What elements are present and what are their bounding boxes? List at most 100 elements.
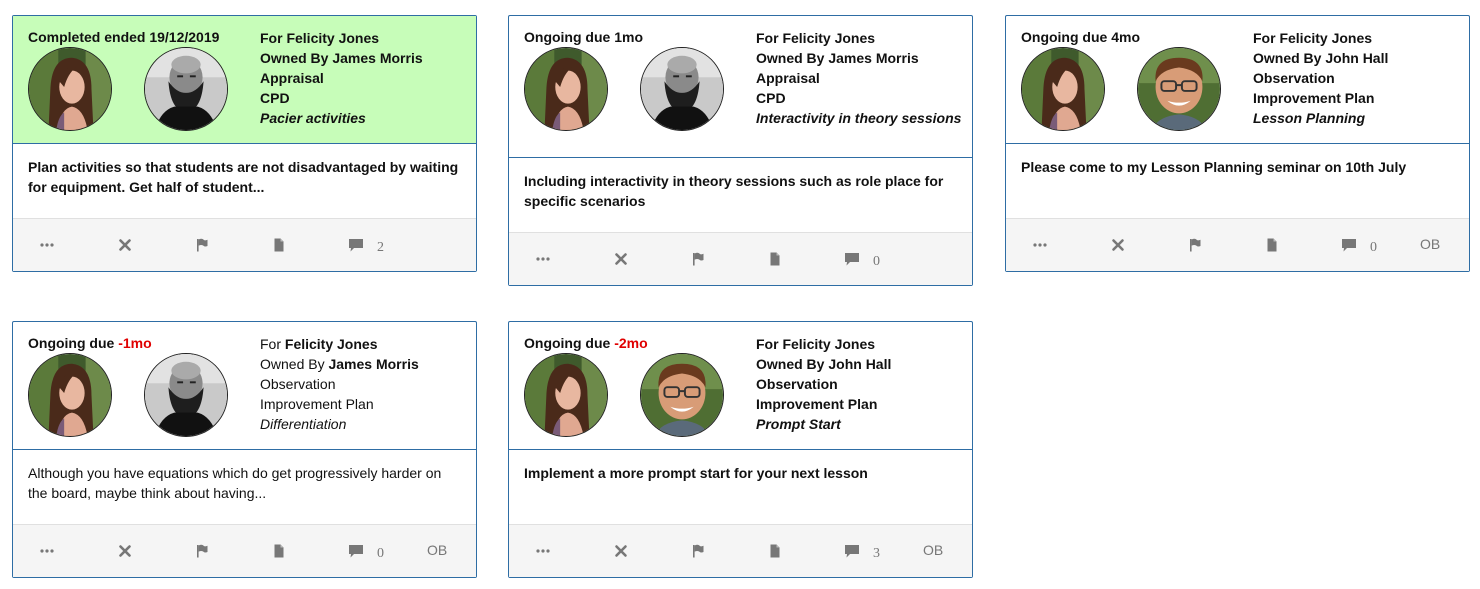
improvement-card-4[interactable]: Ongoing due -1mo For Felicity Jones Owne… bbox=[12, 321, 477, 578]
file-icon[interactable] bbox=[271, 544, 287, 558]
improvement-card-3[interactable]: Ongoing due 4mo For Felicity Jones Owned… bbox=[1005, 15, 1470, 272]
ob-tag: OB bbox=[923, 542, 944, 558]
card-description[interactable]: Implement a more prompt start for your n… bbox=[509, 450, 972, 483]
category-line: Improvement Plan bbox=[756, 396, 878, 412]
close-icon[interactable] bbox=[117, 238, 133, 252]
file-icon[interactable] bbox=[767, 544, 783, 558]
owned-line: Owned By James Morris bbox=[756, 50, 919, 66]
category-line: Improvement Plan bbox=[260, 396, 374, 412]
overdue-label: -2mo bbox=[614, 335, 648, 351]
card-description[interactable]: Plan activities so that students are not… bbox=[13, 144, 476, 197]
close-icon[interactable] bbox=[1110, 238, 1126, 252]
more-options-icon[interactable] bbox=[1032, 238, 1048, 252]
owner-avatar[interactable] bbox=[144, 47, 228, 131]
card-description[interactable]: Although you have equations which do get… bbox=[13, 450, 476, 503]
man-glasses-avatar-icon bbox=[641, 354, 723, 436]
improvement-card-5[interactable]: Ongoing due -2mo For Felicity Jones Owne… bbox=[508, 321, 973, 578]
category-line: Improvement Plan bbox=[1253, 90, 1375, 106]
flag-icon[interactable] bbox=[194, 544, 210, 558]
comment-icon[interactable] bbox=[348, 238, 364, 252]
status-label: Ongoing due -1mo bbox=[28, 335, 152, 351]
close-icon[interactable] bbox=[117, 544, 133, 558]
woman-avatar-icon bbox=[1022, 48, 1104, 130]
focus-line: Differentiation bbox=[260, 416, 347, 432]
flag-icon[interactable] bbox=[690, 252, 706, 266]
improvement-card-2[interactable]: Ongoing due 1mo For Felicity Jones Owned… bbox=[508, 15, 973, 286]
comment-count: 0 bbox=[377, 546, 384, 561]
more-options-icon[interactable] bbox=[39, 544, 55, 558]
owned-line: Owned By John Hall bbox=[1253, 50, 1389, 66]
improvement-card-1[interactable]: Completed ended 19/12/2019 For Felicity … bbox=[12, 15, 477, 272]
subject-avatar[interactable] bbox=[28, 353, 112, 437]
status-label: Ongoing due -2mo bbox=[524, 335, 648, 351]
card-footer: 0 OB bbox=[13, 524, 476, 577]
comment-count: 0 bbox=[873, 254, 880, 269]
status-label: Ongoing due 1mo bbox=[524, 29, 643, 45]
subject-avatar[interactable] bbox=[28, 47, 112, 131]
file-icon[interactable] bbox=[271, 238, 287, 252]
card-header: Ongoing due -1mo For Felicity Jones Owne… bbox=[13, 322, 476, 450]
flag-icon[interactable] bbox=[1187, 238, 1203, 252]
subject-avatar[interactable] bbox=[524, 353, 608, 437]
card-header: Completed ended 19/12/2019 For Felicity … bbox=[13, 16, 476, 144]
comment-icon[interactable] bbox=[844, 544, 860, 558]
for-line: For Felicity Jones bbox=[1253, 30, 1373, 46]
woman-avatar-icon bbox=[525, 354, 607, 436]
card-description[interactable]: Please come to my Lesson Planning semina… bbox=[1006, 144, 1469, 177]
for-line: For Felicity Jones bbox=[756, 30, 876, 46]
flag-icon[interactable] bbox=[194, 238, 210, 252]
woman-avatar-icon bbox=[29, 48, 111, 130]
card-info: For Felicity Jones Owned By James Morris… bbox=[260, 334, 470, 434]
type-line: Observation bbox=[260, 376, 336, 392]
card-footer: 3 OB bbox=[509, 524, 972, 577]
card-header: Ongoing due -2mo For Felicity Jones Owne… bbox=[509, 322, 972, 450]
file-icon[interactable] bbox=[767, 252, 783, 266]
comment-icon[interactable] bbox=[1341, 238, 1357, 252]
focus-line: Prompt Start bbox=[756, 416, 841, 432]
card-info: For Felicity Jones Owned By John Hall Ob… bbox=[756, 334, 966, 434]
man-glasses-avatar-icon bbox=[1138, 48, 1220, 130]
bearded-man-avatar-icon bbox=[641, 48, 723, 130]
ob-tag: OB bbox=[427, 542, 448, 558]
focus-line: Interactivity in theory sessions bbox=[756, 110, 962, 126]
category-line: CPD bbox=[756, 90, 786, 106]
ob-tag: OB bbox=[1420, 236, 1441, 252]
close-icon[interactable] bbox=[613, 544, 629, 558]
type-line: Appraisal bbox=[756, 70, 820, 86]
comment-count: 3 bbox=[873, 546, 880, 561]
more-options-icon[interactable] bbox=[39, 238, 55, 252]
owner-avatar[interactable] bbox=[640, 47, 724, 131]
comment-icon[interactable] bbox=[844, 252, 860, 266]
overdue-label: -1mo bbox=[118, 335, 152, 351]
card-info: For Felicity Jones Owned By James Morris… bbox=[260, 28, 470, 128]
more-options-icon[interactable] bbox=[535, 252, 551, 266]
for-line: For Felicity Jones bbox=[260, 336, 378, 352]
status-label: Completed ended 19/12/2019 bbox=[28, 29, 220, 45]
woman-avatar-icon bbox=[525, 48, 607, 130]
owner-avatar[interactable] bbox=[1137, 47, 1221, 131]
card-description[interactable]: Including interactivity in theory sessio… bbox=[509, 158, 972, 211]
file-icon[interactable] bbox=[1264, 238, 1280, 252]
card-header: Ongoing due 4mo For Felicity Jones Owned… bbox=[1006, 16, 1469, 144]
bearded-man-avatar-icon bbox=[145, 354, 227, 436]
subject-avatar[interactable] bbox=[1021, 47, 1105, 131]
owner-avatar[interactable] bbox=[144, 353, 228, 437]
type-line: Appraisal bbox=[260, 70, 324, 86]
comment-icon[interactable] bbox=[348, 544, 364, 558]
card-header: Ongoing due 1mo For Felicity Jones Owned… bbox=[509, 16, 972, 158]
flag-icon[interactable] bbox=[690, 544, 706, 558]
for-line: For Felicity Jones bbox=[260, 30, 380, 46]
focus-line: Lesson Planning bbox=[1253, 110, 1366, 126]
comment-count: 0 bbox=[1370, 240, 1377, 255]
card-info: For Felicity Jones Owned By James Morris… bbox=[756, 28, 966, 128]
owner-avatar[interactable] bbox=[640, 353, 724, 437]
comment-count: 2 bbox=[377, 240, 384, 255]
status-label: Ongoing due 4mo bbox=[1021, 29, 1140, 45]
card-info: For Felicity Jones Owned By John Hall Ob… bbox=[1253, 28, 1463, 128]
subject-avatar[interactable] bbox=[524, 47, 608, 131]
owned-line: Owned By James Morris bbox=[260, 356, 419, 372]
more-options-icon[interactable] bbox=[535, 544, 551, 558]
bearded-man-avatar-icon bbox=[145, 48, 227, 130]
close-icon[interactable] bbox=[613, 252, 629, 266]
for-line: For Felicity Jones bbox=[756, 336, 876, 352]
